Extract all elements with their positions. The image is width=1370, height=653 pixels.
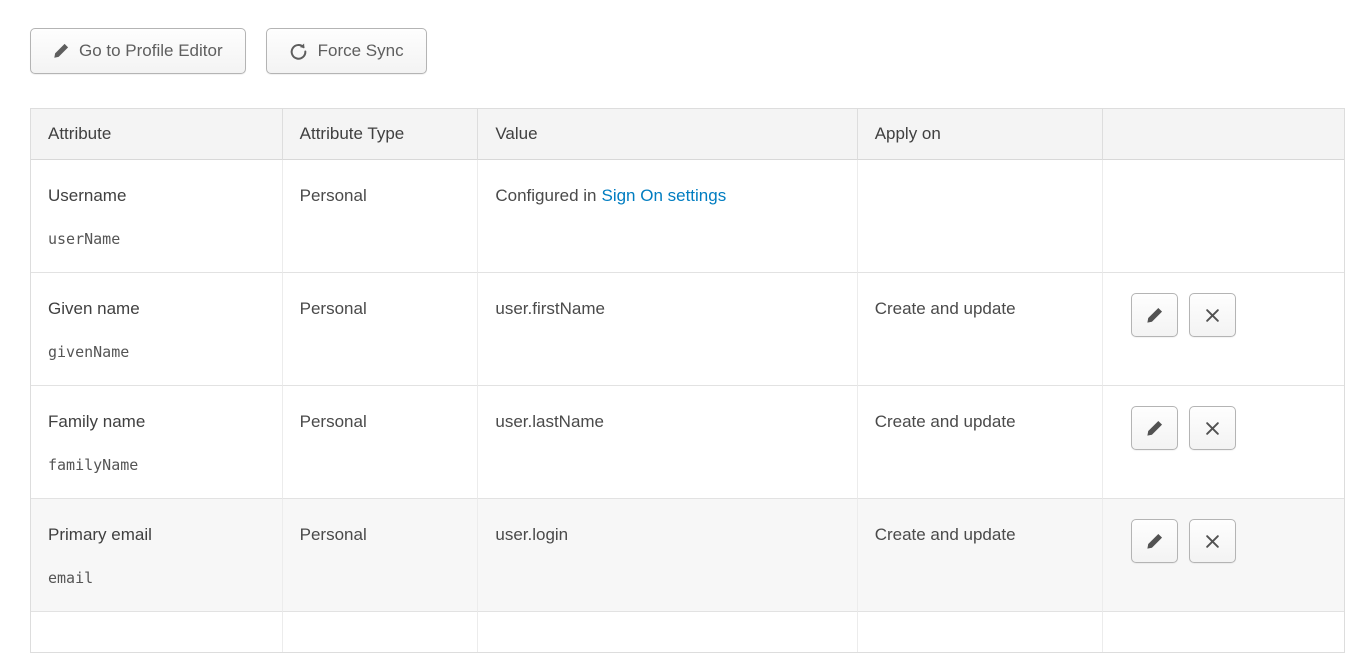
- table-row-partial: [31, 612, 1344, 652]
- header-apply-on: Apply on: [858, 109, 1104, 160]
- row-actions: [1131, 406, 1328, 450]
- sign-on-settings-link[interactable]: Sign On settings: [601, 186, 726, 205]
- pencil-icon: [1146, 420, 1163, 437]
- pencil-icon: [1146, 307, 1163, 324]
- apply-on-value: Create and update: [875, 525, 1016, 544]
- attribute-type: Personal: [300, 412, 367, 431]
- attribute-type: Personal: [300, 299, 367, 318]
- value-text: user.lastName: [495, 412, 604, 431]
- attribute-label: Family name: [48, 412, 145, 431]
- attribute-type: Personal: [300, 186, 367, 205]
- force-sync-button[interactable]: Force Sync: [266, 28, 427, 74]
- force-sync-label: Force Sync: [318, 41, 404, 61]
- header-actions: [1103, 109, 1344, 160]
- apply-on-value: Create and update: [875, 299, 1016, 318]
- table-row: Username userName Personal Configured in…: [31, 160, 1344, 273]
- table-header-row: Attribute Attribute Type Value Apply on: [31, 109, 1344, 160]
- pencil-icon: [53, 43, 69, 59]
- delete-attribute-button[interactable]: [1189, 406, 1236, 450]
- refresh-icon: [289, 42, 308, 61]
- edit-attribute-button[interactable]: [1131, 519, 1178, 563]
- attribute-label: Given name: [48, 299, 140, 318]
- pencil-icon: [1146, 533, 1163, 550]
- delete-attribute-button[interactable]: [1189, 519, 1236, 563]
- attribute-mappings-page: Go to Profile Editor Force Sync Attribut…: [0, 0, 1370, 653]
- header-value: Value: [478, 109, 857, 160]
- attribute-mapping-table: Attribute Attribute Type Value Apply on …: [30, 108, 1345, 653]
- edit-attribute-button[interactable]: [1131, 293, 1178, 337]
- close-icon: [1205, 421, 1220, 436]
- close-icon: [1205, 308, 1220, 323]
- row-actions: [1131, 293, 1328, 337]
- row-actions: [1131, 519, 1328, 563]
- toolbar: Go to Profile Editor Force Sync: [30, 28, 1345, 74]
- go-to-profile-editor-button[interactable]: Go to Profile Editor: [30, 28, 246, 74]
- header-attribute: Attribute: [31, 109, 283, 160]
- value-text: user.login: [495, 525, 568, 544]
- attribute-name: userName: [48, 230, 266, 248]
- attribute-label: Primary email: [48, 525, 152, 544]
- attribute-name: email: [48, 569, 266, 587]
- value-text: Configured in: [495, 186, 596, 205]
- table-row: Primary email email Personal user.login …: [31, 499, 1344, 612]
- go-to-profile-editor-label: Go to Profile Editor: [79, 41, 223, 61]
- attribute-name: familyName: [48, 456, 266, 474]
- attribute-label: Username: [48, 186, 126, 205]
- table-row: Family name familyName Personal user.las…: [31, 386, 1344, 499]
- apply-on-value: Create and update: [875, 412, 1016, 431]
- delete-attribute-button[interactable]: [1189, 293, 1236, 337]
- value-text: user.firstName: [495, 299, 605, 318]
- attribute-type: Personal: [300, 525, 367, 544]
- header-attribute-type: Attribute Type: [283, 109, 479, 160]
- table-row: Given name givenName Personal user.first…: [31, 273, 1344, 386]
- close-icon: [1205, 534, 1220, 549]
- attribute-name: givenName: [48, 343, 266, 361]
- edit-attribute-button[interactable]: [1131, 406, 1178, 450]
